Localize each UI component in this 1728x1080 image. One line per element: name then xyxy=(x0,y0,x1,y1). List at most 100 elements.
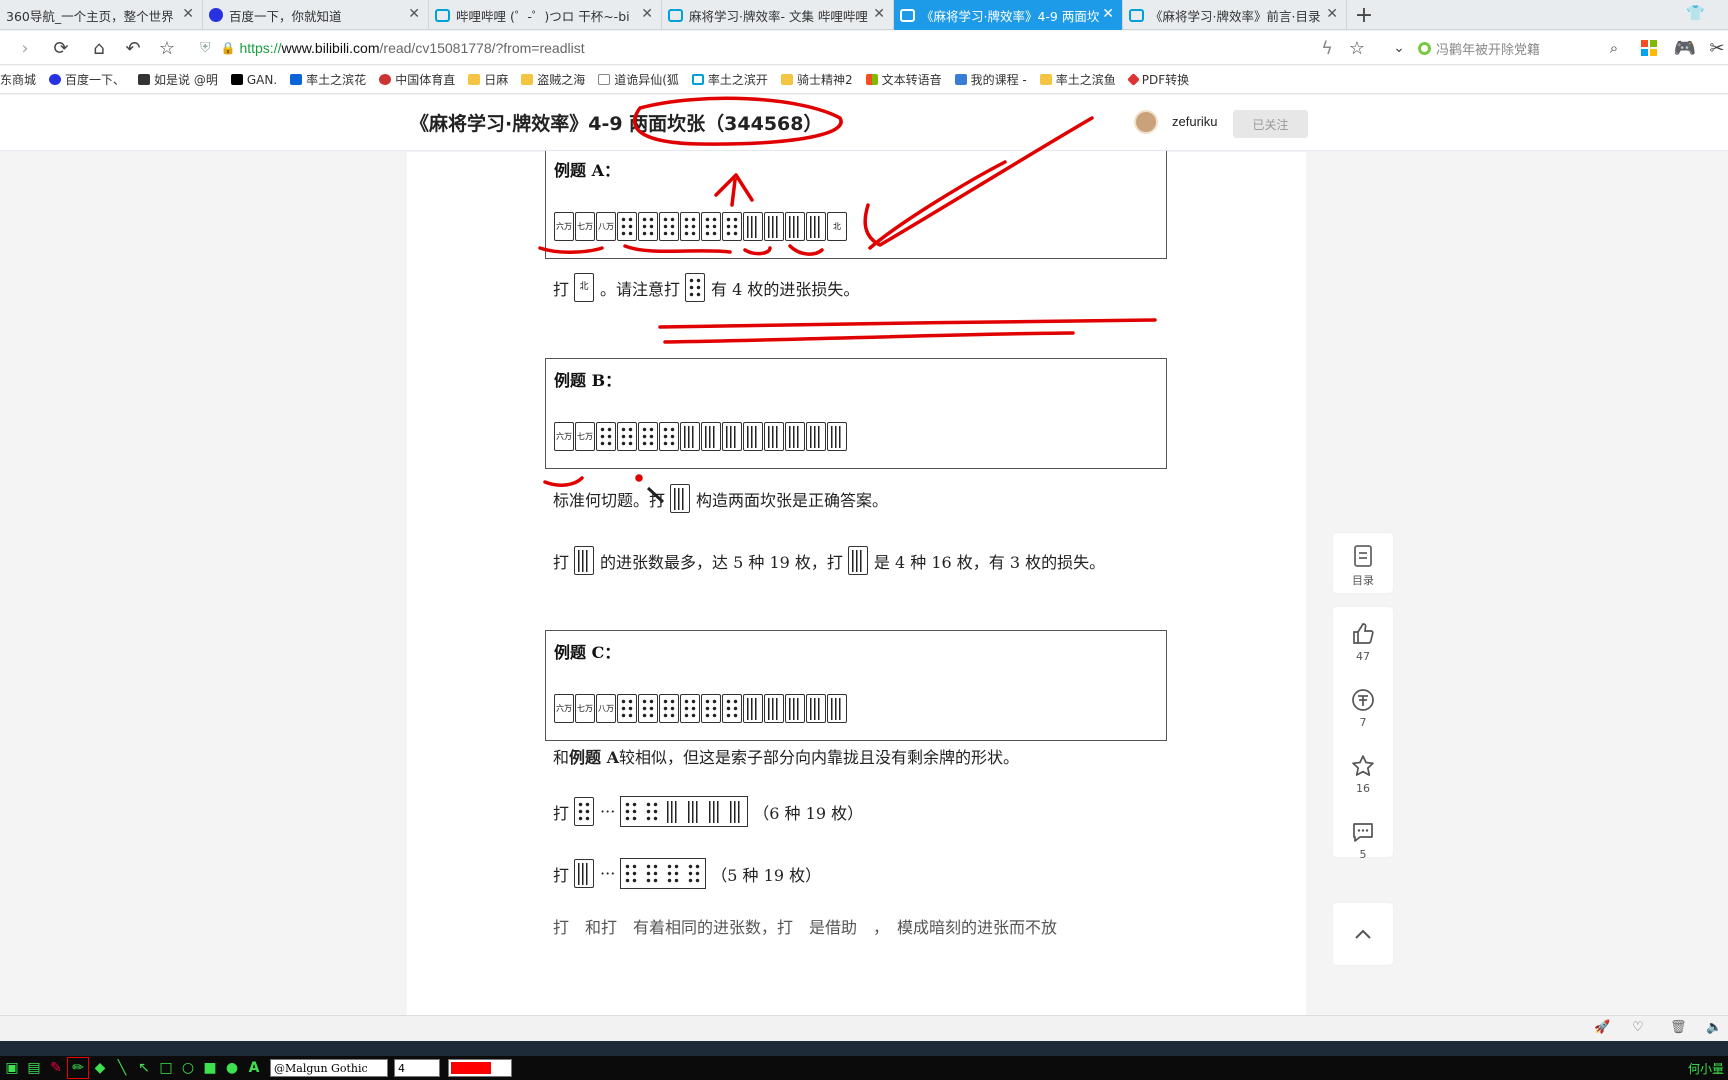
lightning-icon[interactable]: ϟ xyxy=(1316,37,1338,59)
speaker-icon[interactable]: 🔈 xyxy=(1706,1020,1722,1035)
bilibili-icon xyxy=(900,8,915,22)
tab-360nav[interactable]: 360导航_一个主页，整个世界 ✕ xyxy=(0,0,203,30)
close-icon[interactable]: ✕ xyxy=(182,7,194,21)
bookmark-item[interactable]: 率土之滨花 xyxy=(290,71,366,88)
bookmark-item[interactable]: 东商城 xyxy=(0,71,36,88)
back-to-top-button[interactable] xyxy=(1333,921,1393,950)
line-icon[interactable]: ╲ xyxy=(112,1058,132,1078)
text-tool-icon[interactable]: A xyxy=(244,1058,264,1078)
sou-tile xyxy=(806,694,826,723)
search-engine-icon xyxy=(1418,41,1431,55)
font-select[interactable]: @Malgun Gothic xyxy=(270,1059,388,1077)
bookmark-folder[interactable]: 日麻 xyxy=(468,71,508,88)
arrow-icon[interactable]: ↖ xyxy=(134,1058,154,1078)
game-icon[interactable]: 🎮 xyxy=(1674,37,1696,59)
action-card: 47 7 16 5 xyxy=(1333,607,1393,861)
save-icon[interactable]: ▣ xyxy=(2,1058,22,1078)
bookmark-item[interactable]: 百度一下、 xyxy=(49,71,125,88)
favorite-star-button[interactable]: ☆ xyxy=(156,37,178,59)
close-icon[interactable]: ✕ xyxy=(408,7,420,21)
close-icon[interactable]: ✕ xyxy=(641,7,653,21)
chevron-up-icon xyxy=(1350,921,1376,947)
pin-tile xyxy=(680,212,700,241)
bookmark-star-icon[interactable]: ☆ xyxy=(1346,37,1368,59)
open-icon[interactable]: ▤ xyxy=(24,1058,44,1078)
toc-button[interactable]: 目录 xyxy=(1333,543,1393,588)
scissors-icon[interactable]: ✂ xyxy=(1706,37,1728,59)
filled-rectangle-icon[interactable]: ■ xyxy=(200,1058,220,1078)
search-input[interactable]: 冯鹳年被开除党籍 xyxy=(1418,36,1618,60)
sou-tile xyxy=(806,212,826,241)
coin-button[interactable]: 7 xyxy=(1333,687,1393,729)
like-button[interactable]: 47 xyxy=(1333,621,1393,663)
pin-tile xyxy=(680,694,700,723)
bookmark-label: 道诡异仙(狐 xyxy=(614,73,679,87)
tab-article-active[interactable]: 《麻将学习·牌效率》4-9 两面坎 ✕ xyxy=(894,0,1123,30)
home-button[interactable]: ⌂ xyxy=(88,37,110,59)
bookmark-label: 日麻 xyxy=(484,73,509,87)
sou-tile xyxy=(743,212,763,241)
bookmark-item[interactable]: 中国体育直 xyxy=(379,71,455,88)
new-tab-button[interactable]: + xyxy=(1347,0,1381,30)
close-icon[interactable]: ✕ xyxy=(1326,7,1338,21)
sou-tile xyxy=(764,694,784,723)
chevron-down-icon[interactable]: ⌄ xyxy=(1388,37,1410,59)
rectangle-icon[interactable]: □ xyxy=(156,1058,176,1078)
tile-label: 八万 xyxy=(598,703,614,713)
comment-button[interactable]: 5 xyxy=(1333,819,1393,861)
forward-button[interactable]: › xyxy=(14,37,36,59)
honor-tile: 八万 xyxy=(596,694,616,723)
ellipse-icon[interactable]: ○ xyxy=(178,1058,198,1078)
author-name[interactable]: zefuriku xyxy=(1172,114,1218,129)
pin-tile xyxy=(596,422,616,451)
north-tile: 北 xyxy=(574,273,595,302)
honor-tile: 七万 xyxy=(575,212,595,241)
favorite-button[interactable]: 16 xyxy=(1333,753,1393,795)
close-icon[interactable]: ✕ xyxy=(1102,7,1114,21)
pin-tile xyxy=(617,212,637,241)
text: 打 和打 有着相同的进张数，打 是借助 ， 模成暗刻的进张而不放 xyxy=(553,918,1058,937)
reload-button[interactable]: ⟳ xyxy=(50,37,72,59)
tile-label: 七万 xyxy=(577,221,593,231)
rocket-icon[interactable]: 🚀 xyxy=(1594,1020,1610,1035)
apps-icon[interactable] xyxy=(1638,37,1660,59)
bookmark-item[interactable]: PDF转换 xyxy=(1126,71,1189,88)
bilibili-icon xyxy=(1129,8,1144,22)
shirt-icon[interactable]: 👕 xyxy=(1686,4,1705,22)
url-host: www.bilibili.com xyxy=(281,40,380,56)
bookmark-item[interactable]: 文本转语音 xyxy=(865,71,942,88)
tab-collection[interactable]: 麻将学习·牌效率- 文集 哔哩哔哩 ✕ xyxy=(662,0,894,30)
heart-icon[interactable]: ♡ xyxy=(1632,1020,1644,1035)
marker-icon[interactable]: ◆ xyxy=(90,1058,110,1078)
eraser-icon[interactable]: ✎ xyxy=(46,1058,66,1078)
follow-button[interactable]: 已关注 xyxy=(1233,110,1308,138)
bookmark-folder[interactable]: 盗贼之海 xyxy=(521,71,585,88)
close-icon[interactable]: ✕ xyxy=(873,7,885,21)
undo-close-button[interactable]: ↶ xyxy=(122,37,144,59)
filled-ellipse-icon[interactable]: ● xyxy=(222,1058,242,1078)
bookmark-folder[interactable]: 骑士精神2 xyxy=(780,71,853,88)
baidu-icon xyxy=(209,8,223,22)
size-select[interactable]: 4 xyxy=(394,1059,440,1077)
tab-bilibili-home[interactable]: 哔哩哔哩 (゜-゜)つロ 干杯~-bi ✕ xyxy=(429,0,662,30)
bookmark-item[interactable]: 我的课程 - xyxy=(954,71,1027,88)
bookmark-item[interactable]: 道诡异仙(狐 xyxy=(598,71,679,88)
avatar[interactable] xyxy=(1134,110,1158,134)
sou-tile xyxy=(726,797,747,826)
tile-label: 七万 xyxy=(577,431,593,441)
bookmark-item[interactable]: GAN. xyxy=(230,73,277,87)
tab-baidu[interactable]: 百度一下，你就知道 ✕ xyxy=(203,0,429,30)
example-a-label: 例题 A： xyxy=(554,161,620,180)
text: 打 xyxy=(553,552,570,572)
bookmark-item[interactable]: 率土之滨开 xyxy=(691,71,768,88)
url-scheme: https:// xyxy=(239,40,282,56)
search-icon[interactable]: ⌕ xyxy=(1603,37,1625,59)
url-field[interactable]: ⛨ 🔒 https:// www.bilibili.com /read/cv15… xyxy=(200,34,1380,62)
pen-icon[interactable]: ✏ xyxy=(67,1057,89,1079)
bookmark-item[interactable]: 如是说 @明 xyxy=(138,71,218,88)
color-select[interactable] xyxy=(448,1059,512,1077)
pin-tile xyxy=(701,212,721,241)
trash-icon[interactable]: 🗑 xyxy=(1670,1020,1687,1035)
tab-preface[interactable]: 《麻将学习·牌效率》前言·目录 ✕ xyxy=(1123,0,1347,30)
bookmark-folder[interactable]: 率土之滨鱼 xyxy=(1039,71,1116,88)
